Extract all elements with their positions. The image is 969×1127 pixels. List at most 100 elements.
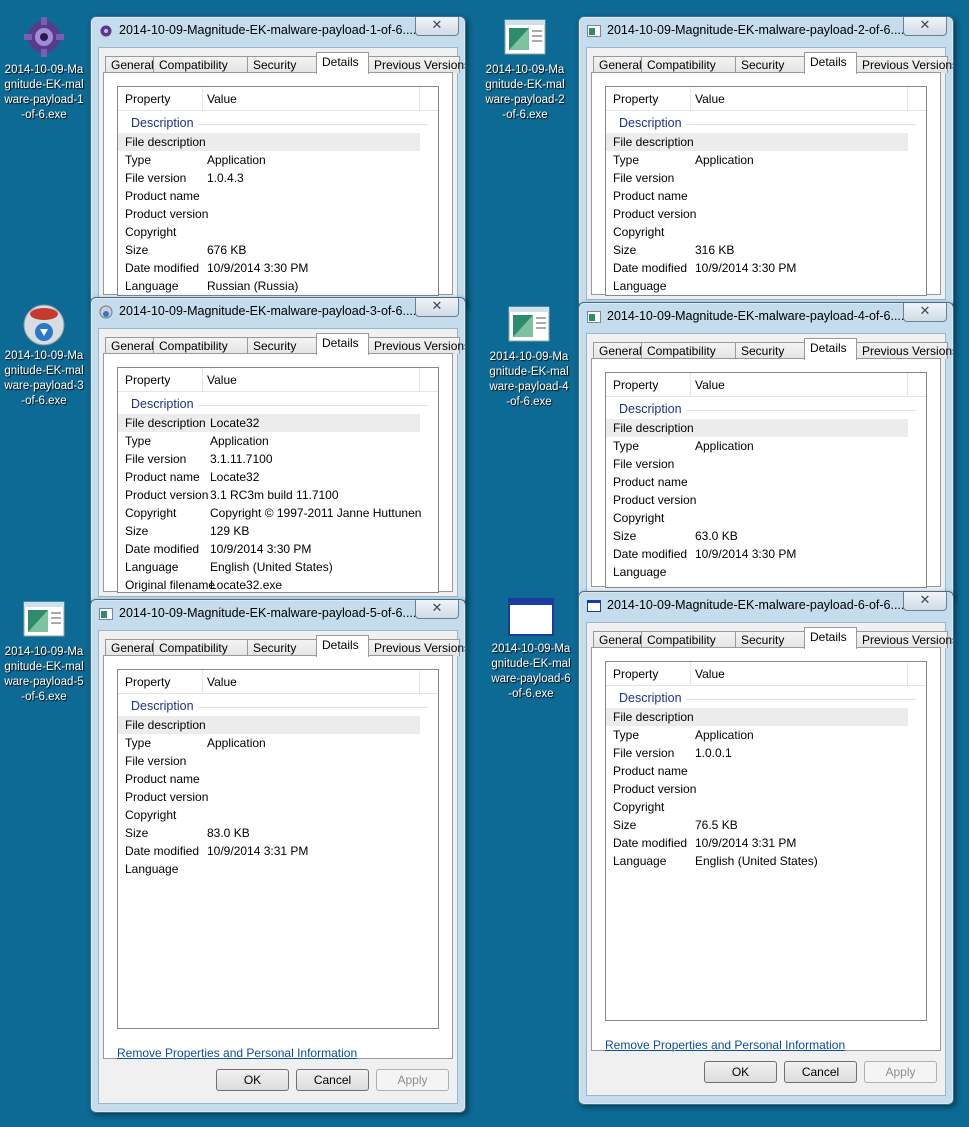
table-row[interactable]: Language xyxy=(118,860,438,878)
tab-security[interactable]: Security xyxy=(735,631,805,648)
tab-general[interactable]: General xyxy=(105,337,154,354)
tab-security[interactable]: Security xyxy=(247,639,317,656)
property-list[interactable]: Property Value Description File description… xyxy=(605,372,927,588)
table-row[interactable]: File version 3.1.11.7100 xyxy=(118,450,438,468)
tab-compatibility[interactable]: Compatibility xyxy=(153,56,248,73)
table-row[interactable]: File description xyxy=(606,419,908,437)
tab-security[interactable]: Security xyxy=(735,342,805,359)
column-value[interactable]: Value xyxy=(695,667,725,681)
table-row[interactable]: Copyright Copyright © 1997-2011 Janne Hut… xyxy=(118,504,438,522)
table-row[interactable]: Type Application xyxy=(118,151,438,169)
ok-button[interactable]: OK xyxy=(704,1061,777,1083)
ok-button[interactable]: OK xyxy=(216,1069,289,1091)
table-row[interactable]: Date modified 10/9/2014 3:30 PM xyxy=(606,545,926,563)
table-row[interactable]: Product version xyxy=(118,205,438,223)
tab-previous-versions[interactable]: Previous Versions xyxy=(368,639,465,656)
title-bar[interactable]: 2014-10-09-Magnitude-EK-malware-payload-… xyxy=(579,592,953,618)
tab-details[interactable]: Details xyxy=(316,333,369,355)
tab-general[interactable]: General xyxy=(593,342,642,359)
tab-security[interactable]: Security xyxy=(247,337,317,354)
desktop-icon-payload-6[interactable]: 2014-10-09-Magnitude-EK-malware-payload-… xyxy=(491,595,571,702)
close-icon[interactable]: ✕ xyxy=(903,17,947,36)
property-list[interactable]: Property Value Description File description… xyxy=(605,661,927,1021)
table-row[interactable]: File version xyxy=(118,752,438,770)
apply-button[interactable]: Apply xyxy=(864,1061,937,1083)
table-row[interactable]: Product name xyxy=(118,187,438,205)
desktop-icon-payload-5[interactable]: 2014-10-09-Magnitude-EK-malware-payload-… xyxy=(4,598,84,705)
tab-general[interactable]: General xyxy=(105,639,154,656)
column-value[interactable]: Value xyxy=(207,373,237,387)
table-row[interactable]: File description xyxy=(118,133,420,151)
close-icon[interactable]: ✕ xyxy=(415,298,459,317)
table-row[interactable]: Product version xyxy=(606,491,926,509)
desktop-icon-payload-4[interactable]: 2014-10-09-Magnitude-EK-malware-payload-… xyxy=(489,303,569,410)
table-row[interactable]: Copyright xyxy=(118,806,438,824)
table-row[interactable]: Product version 3.1 RC3m build 11.7100 xyxy=(118,486,438,504)
tab-security[interactable]: Security xyxy=(247,56,317,73)
properties-window-3[interactable]: 2014-10-09-Magnitude-EK-malware-payload-… xyxy=(90,297,466,605)
desktop-icon-payload-3[interactable]: 2014-10-09-Magnitude-EK-malware-payload-… xyxy=(4,302,84,409)
tab-details[interactable]: Details xyxy=(804,52,857,74)
cancel-button[interactable]: Cancel xyxy=(296,1069,369,1091)
tab-details[interactable]: Details xyxy=(316,635,369,657)
tab-details[interactable]: Details xyxy=(316,52,369,74)
table-row[interactable]: File description Locate32 xyxy=(118,414,420,432)
column-value[interactable]: Value xyxy=(695,92,725,106)
tab-previous-versions[interactable]: Previous Versions xyxy=(856,56,953,73)
tab-compatibility[interactable]: Compatibility xyxy=(153,337,248,354)
table-row[interactable]: Type Application xyxy=(118,432,438,450)
remove-properties-link[interactable]: Remove Properties and Personal Informati… xyxy=(605,1038,845,1052)
tab-details[interactable]: Details xyxy=(804,338,857,360)
tab-general[interactable]: General xyxy=(593,631,642,648)
table-row[interactable]: Date modified 10/9/2014 3:31 PM xyxy=(118,842,438,860)
desktop-icon-payload-2[interactable]: 2014-10-09-Magnitude-EK-malware-payload-… xyxy=(485,16,565,123)
title-bar[interactable]: 2014-10-09-Magnitude-EK-malware-payload-… xyxy=(579,303,953,329)
table-row[interactable]: Date modified 10/9/2014 3:30 PM xyxy=(606,259,926,277)
tab-general[interactable]: General xyxy=(593,56,642,73)
column-property[interactable]: Property xyxy=(613,378,658,392)
column-value[interactable]: Value xyxy=(207,92,237,106)
column-value[interactable]: Value xyxy=(695,378,725,392)
table-row[interactable]: Language Russian (Russia) xyxy=(118,277,438,295)
table-row[interactable]: Size 83.0 KB xyxy=(118,824,438,842)
desktop-icon-payload-1[interactable]: 2014-10-09-Magnitude-EK-malware-payload-… xyxy=(4,16,84,123)
column-property[interactable]: Property xyxy=(613,667,658,681)
table-row[interactable]: File description xyxy=(606,133,908,151)
table-row[interactable]: Language xyxy=(606,563,926,581)
table-row[interactable]: Product version xyxy=(606,780,926,798)
tab-security[interactable]: Security xyxy=(735,56,805,73)
properties-window-1[interactable]: 2014-10-09-Magnitude-EK-malware-payload-… xyxy=(90,16,466,308)
table-row[interactable]: Product name xyxy=(606,473,926,491)
tab-previous-versions[interactable]: Previous Versions xyxy=(368,337,465,354)
table-row[interactable]: Original filename Locate32.exe xyxy=(118,576,438,592)
table-row[interactable]: Date modified 10/9/2014 3:31 PM xyxy=(606,834,926,852)
table-row[interactable]: Product name Locate32 xyxy=(118,468,438,486)
property-list[interactable]: Property Value Description File description… xyxy=(605,86,927,296)
property-list[interactable]: Property Value Description File description… xyxy=(117,86,439,296)
column-property[interactable]: Property xyxy=(125,92,170,106)
tab-compatibility[interactable]: Compatibility xyxy=(641,631,736,648)
table-row[interactable]: File description xyxy=(606,708,908,726)
table-row[interactable]: File version 1.0.4.3 xyxy=(118,169,438,187)
table-row[interactable]: Size 76.5 KB xyxy=(606,816,926,834)
close-icon[interactable]: ✕ xyxy=(415,600,459,619)
table-row[interactable]: File version 1.0.0.1 xyxy=(606,744,926,762)
table-row[interactable]: Size 316 KB xyxy=(606,241,926,259)
table-row[interactable]: Type Application xyxy=(606,726,926,744)
close-icon[interactable]: ✕ xyxy=(903,303,947,322)
tab-general[interactable]: General xyxy=(105,56,154,73)
table-row[interactable]: Size 129 KB xyxy=(118,522,438,540)
table-row[interactable]: Language English (United States) xyxy=(606,852,926,870)
tab-details[interactable]: Details xyxy=(804,627,857,649)
title-bar[interactable]: 2014-10-09-Magnitude-EK-malware-payload-… xyxy=(91,298,465,324)
table-row[interactable]: Language English (United States) xyxy=(118,558,438,576)
table-row[interactable]: Product name xyxy=(606,762,926,780)
close-icon[interactable]: ✕ xyxy=(415,17,459,36)
close-icon[interactable]: ✕ xyxy=(903,592,947,611)
property-list[interactable]: Property Value Description File description… xyxy=(117,367,439,593)
properties-window-5[interactable]: 2014-10-09-Magnitude-EK-malware-payload-… xyxy=(90,599,466,1113)
table-row[interactable]: Copyright xyxy=(606,223,926,241)
table-row[interactable]: Copyright xyxy=(606,798,926,816)
table-row[interactable]: Date modified 10/9/2014 3:30 PM xyxy=(118,259,438,277)
column-property[interactable]: Property xyxy=(613,92,658,106)
